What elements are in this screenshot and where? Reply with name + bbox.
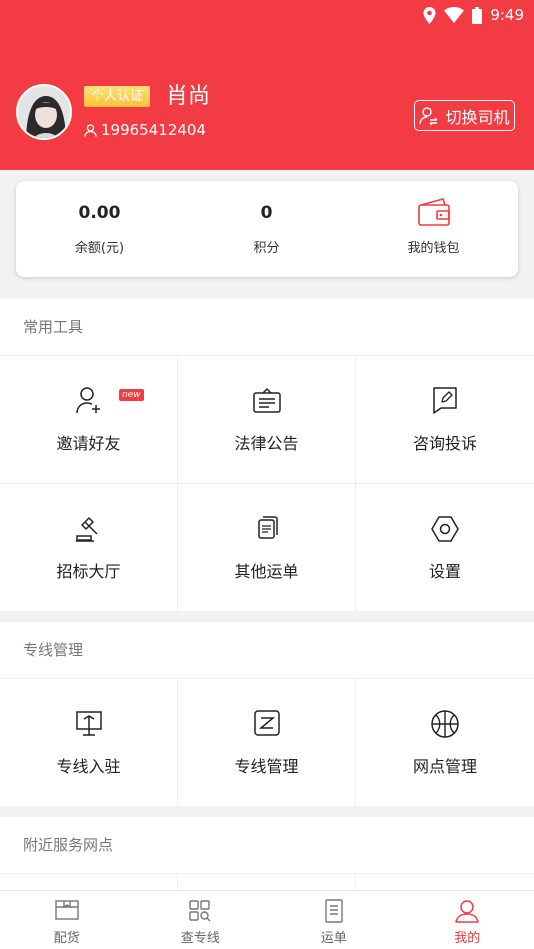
line-onboarding-item[interactable]: 专线入驻	[0, 679, 178, 807]
other-waybills-label: 其他运单	[234, 562, 299, 581]
tools-section-title: 常用工具	[23, 318, 84, 336]
network-manage-label: 网点管理	[412, 757, 477, 776]
tab-profile-label: 我的	[454, 931, 481, 946]
battery-icon	[472, 6, 483, 24]
add-user-icon	[75, 387, 100, 414]
avatar[interactable]	[16, 84, 72, 140]
wifi-icon	[444, 7, 465, 23]
switch-driver-label: 切换司机	[445, 107, 510, 127]
my-wallet-label: 我的钱包	[407, 241, 460, 256]
line-management-title: 专线管理	[23, 641, 84, 659]
board-icon	[75, 711, 102, 736]
invite-friends-label: 邀请好友	[56, 434, 121, 453]
switch-user-icon	[419, 106, 438, 125]
status-time: 9:49	[490, 6, 524, 24]
location-icon	[423, 6, 436, 24]
points-stat[interactable]: 0 积分	[183, 181, 350, 277]
tools-grid: new 邀请好友 法律公告 咨询投诉 招标大厅 其他运单 设置	[0, 355, 534, 612]
network-icon	[431, 710, 459, 738]
search-line-icon	[189, 900, 211, 922]
tools-section: 常用工具 new 邀请好友 法律公告 咨询投诉 招标大厅 其他运单 设置	[0, 299, 534, 612]
tab-cargo[interactable]: 配货	[0, 891, 134, 949]
documents-icon	[257, 516, 278, 539]
switch-driver-button[interactable]: 切换司机	[414, 100, 515, 131]
bidding-hall-item[interactable]: 招标大厅	[0, 484, 178, 612]
line-manage-icon	[253, 710, 280, 736]
settings-item[interactable]: 设置	[356, 484, 534, 612]
balance-label: 余额(元)	[74, 241, 125, 256]
wallet-card: 0.00 余额(元) 0 积分 我的钱包	[16, 181, 518, 277]
complaint-icon	[433, 387, 457, 414]
line-manage-label: 专线管理	[234, 757, 299, 776]
waybill-icon	[325, 899, 343, 923]
my-wallet-button[interactable]: 我的钱包	[350, 181, 517, 277]
line-management-grid: 专线入驻 专线管理 网点管理	[0, 678, 534, 807]
points-label: 积分	[253, 241, 280, 256]
complaint-item[interactable]: 咨询投诉	[356, 356, 534, 484]
gavel-icon	[75, 517, 98, 542]
tab-waybill[interactable]: 运单	[267, 891, 401, 949]
notice-icon	[252, 387, 281, 413]
cargo-icon	[55, 900, 79, 920]
line-management-section: 专线管理 专线入驻 专线管理 网点管理	[0, 622, 534, 807]
bidding-hall-label: 招标大厅	[56, 562, 121, 581]
user-icon	[84, 123, 97, 137]
phone-number: 19965412404	[101, 121, 206, 139]
new-tag: new	[119, 389, 144, 401]
tab-search-line[interactable]: 查专线	[134, 891, 268, 949]
tab-waybill-label: 运单	[320, 931, 347, 946]
settings-icon	[431, 516, 459, 542]
network-manage-item[interactable]: 网点管理	[356, 679, 534, 807]
nearby-section: 附近服务网点	[0, 817, 534, 898]
invite-friends-item[interactable]: new 邀请好友	[0, 356, 178, 484]
tab-cargo-label: 配货	[53, 931, 80, 946]
points-value: 0	[260, 203, 273, 223]
user-name: 肖尚	[166, 84, 211, 109]
settings-label: 设置	[428, 562, 461, 581]
tab-profile[interactable]: 我的	[401, 891, 534, 949]
line-onboarding-label: 专线入驻	[56, 757, 121, 776]
wallet-icon	[417, 198, 450, 226]
complaint-label: 咨询投诉	[412, 434, 477, 453]
bottom-tab-bar: 配货 查专线 运单 我的	[0, 890, 534, 949]
tab-search-line-label: 查专线	[180, 931, 220, 946]
profile-header: 9:49 个人认证 肖尚 19965412404 切换司机	[0, 0, 534, 170]
legal-notice-label: 法律公告	[234, 434, 299, 453]
phone-row: 19965412404	[84, 119, 206, 141]
other-waybills-item[interactable]: 其他运单	[178, 484, 356, 612]
verified-badge: 个人认证	[84, 86, 151, 107]
status-bar: 9:49	[423, 5, 524, 25]
balance-value: 0.00	[78, 203, 121, 223]
nearby-section-title: 附近服务网点	[23, 836, 114, 854]
line-manage-item[interactable]: 专线管理	[178, 679, 356, 807]
balance-stat[interactable]: 0.00 余额(元)	[16, 181, 183, 277]
legal-notice-item[interactable]: 法律公告	[178, 356, 356, 484]
profile-icon	[455, 900, 479, 923]
